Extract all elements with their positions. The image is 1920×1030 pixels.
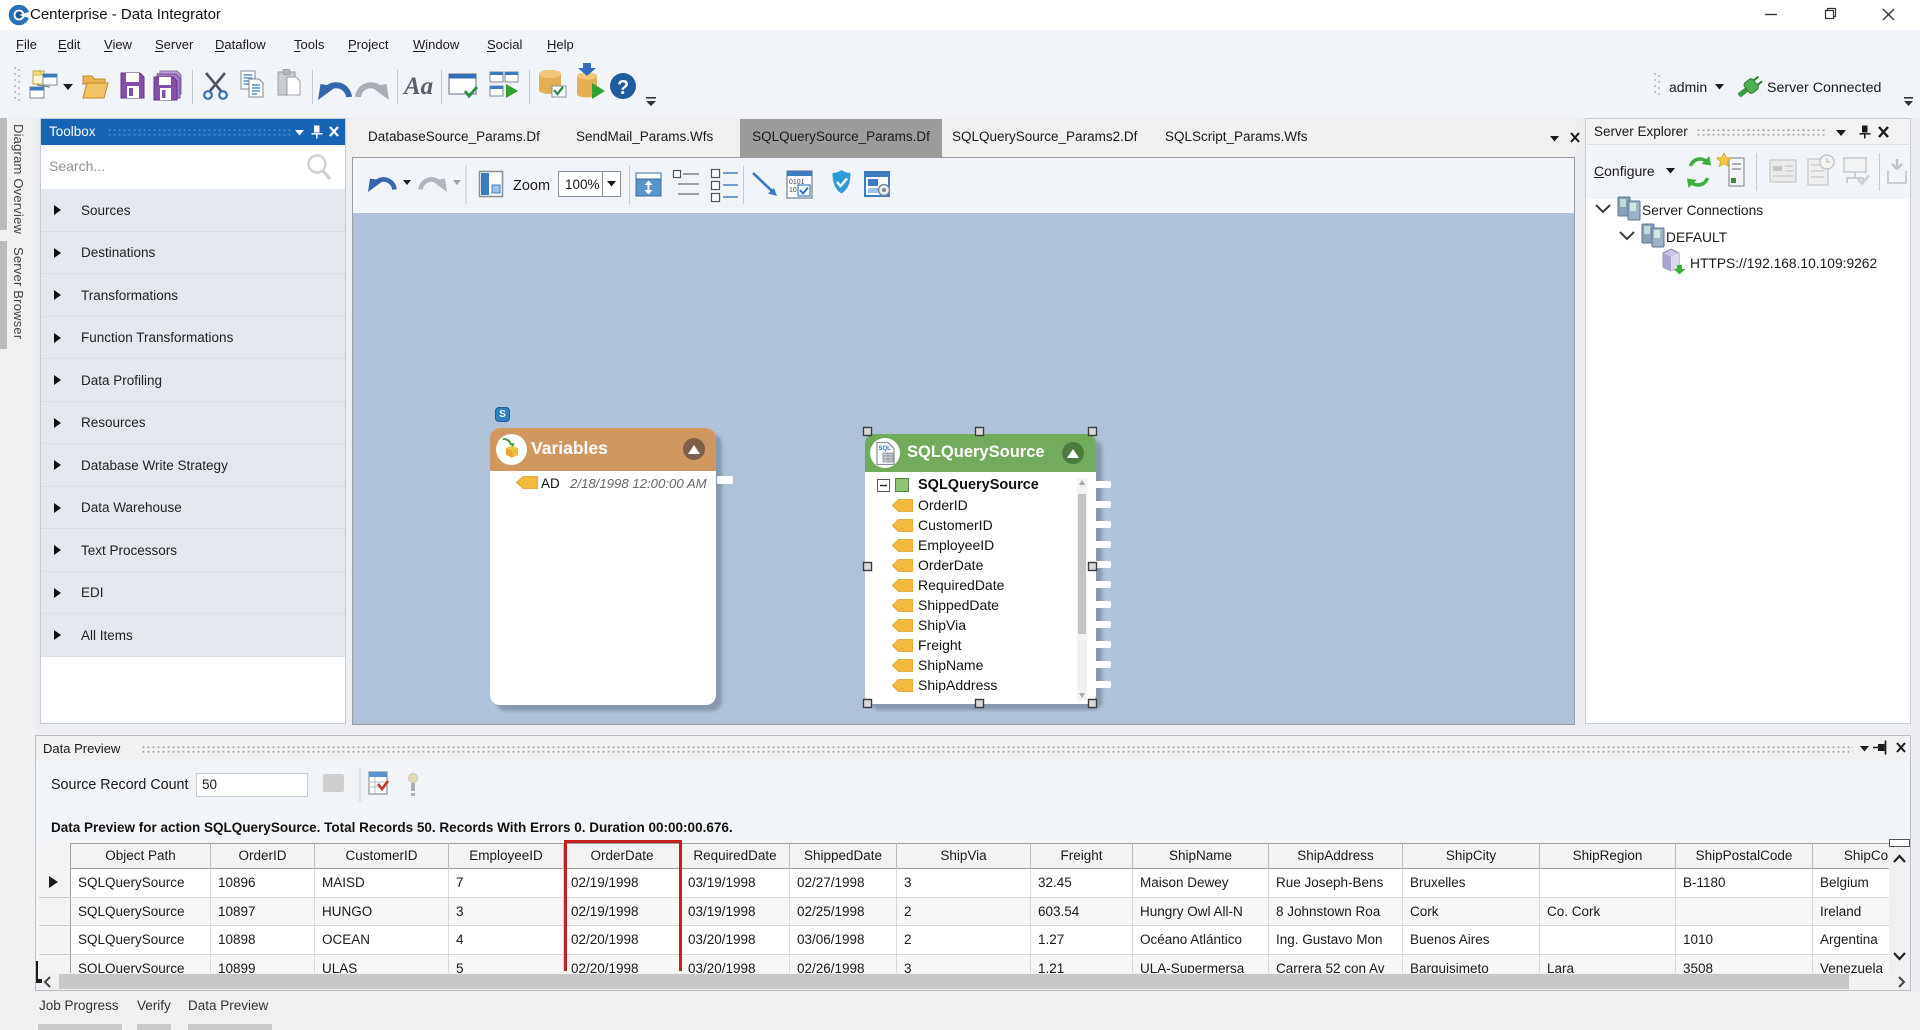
svg-text:10: 10 [789,187,797,194]
svg-text:DEFAULT: DEFAULT [1666,230,1728,245]
svg-text:?: ? [617,77,629,99]
svg-text:Server Connected: Server Connected [1767,80,1881,96]
svg-text:Zoom: Zoom [513,178,550,194]
svg-text:100%: 100% [565,177,600,192]
svg-text:admin: admin [1669,79,1707,95]
svg-text:Aa: Aa [402,73,433,100]
svg-text:Server Connections: Server Connections [1642,203,1763,218]
svg-text:HTTPS://192.168.10.109:9262: HTTPS://192.168.10.109:9262 [1690,256,1877,271]
